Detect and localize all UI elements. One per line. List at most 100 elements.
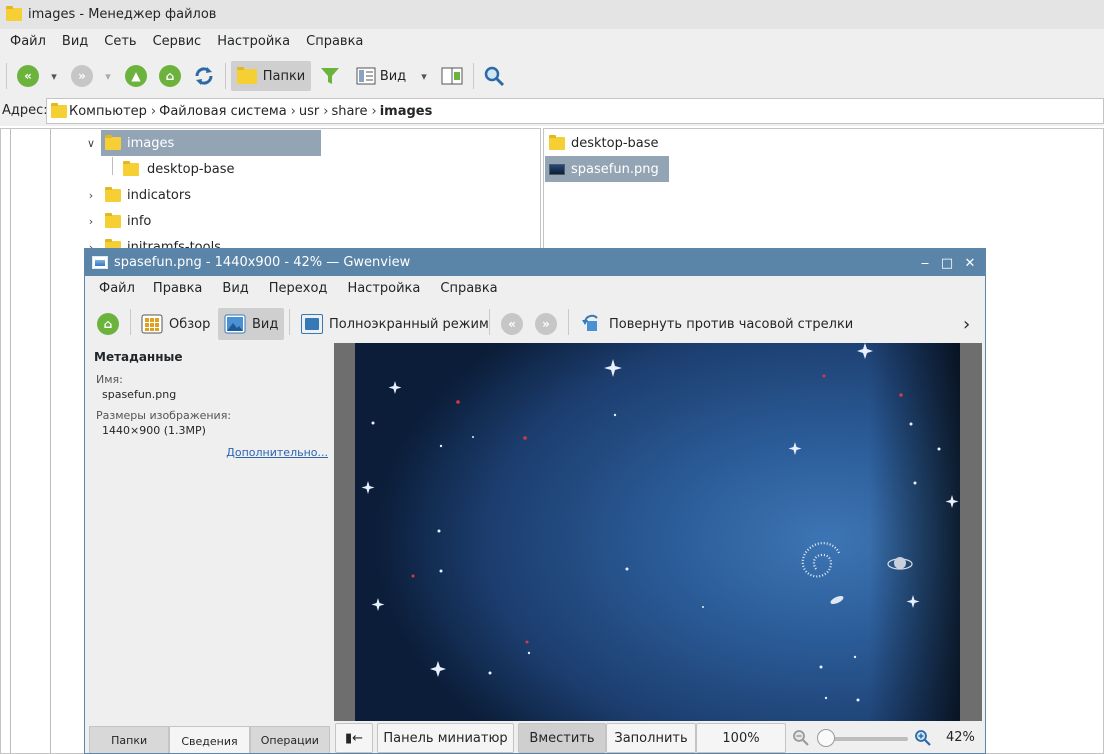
up-button[interactable]: ▲ [122, 61, 150, 91]
zoom-slider-track[interactable] [828, 737, 908, 741]
file-manager-toolbar: « ▾ » ▾ ▲ ⌂ Папки Вид ▾ [0, 55, 1104, 96]
view-button[interactable]: Вид [218, 308, 285, 340]
close-icon[interactable]: ✕ [960, 253, 980, 273]
chevron-right-icon: › [150, 103, 157, 119]
fullscreen-button[interactable]: Полноэкранный режим [295, 308, 495, 340]
toolbar-separator [130, 309, 131, 335]
fit-button[interactable]: Вместить [518, 723, 606, 753]
maximize-icon[interactable]: □ [937, 253, 957, 273]
menu-go[interactable]: Переход [259, 276, 338, 302]
chevron-right-icon: › [963, 313, 971, 335]
breadcrumb-share[interactable]: share › [331, 104, 379, 119]
filter-button[interactable] [316, 61, 344, 91]
chevron-down-icon: ▾ [421, 69, 427, 83]
gwenview-toolbar: ⌂ Обзор Вид Полноэкранный режим « » Пове… [85, 304, 985, 342]
image-viewport[interactable] [334, 343, 982, 721]
details-view-icon [356, 67, 376, 85]
more-link[interactable]: Дополнительно... [226, 446, 328, 459]
search-button[interactable] [480, 61, 508, 91]
folder-icon [51, 102, 67, 118]
menu-file[interactable]: Файл [2, 29, 54, 55]
size-label: Размеры изображения: [96, 409, 232, 422]
folder-icon [105, 134, 121, 150]
fill-button[interactable]: Заполнить [606, 723, 696, 753]
back-history-button[interactable]: ▾ [46, 61, 62, 91]
tree-item-info[interactable]: › info [83, 208, 151, 234]
file-item-spasefun-png[interactable]: spasefun.png [545, 156, 669, 182]
file-item-desktop-base[interactable]: desktop-base [545, 130, 669, 156]
tree-item-indicators[interactable]: › indicators [83, 182, 191, 208]
image-view-icon [224, 314, 246, 334]
breadcrumb[interactable]: Компьютер › Файловая система › usr › sha… [46, 98, 1104, 124]
chevron-down-icon: ∨ [86, 136, 96, 150]
tree-item-label: indicators [127, 187, 191, 203]
address-bar: Адрес: Компьютер › Файловая система › us… [0, 96, 1104, 126]
tree-item-label: images [127, 135, 175, 151]
size-value: 1440×900 (1.3MP) [102, 424, 206, 437]
reload-button[interactable] [189, 61, 219, 91]
zoom-out-icon[interactable] [792, 729, 810, 747]
breadcrumb-computer[interactable]: Компьютер › [51, 102, 159, 119]
tab-operations[interactable]: Операции [249, 726, 330, 753]
menu-view[interactable]: Вид [212, 276, 258, 302]
toolbar-overflow-button[interactable]: › [957, 308, 976, 340]
menu-edit[interactable]: Правка [143, 276, 212, 302]
tree-item-desktop-base[interactable]: desktop-base [123, 156, 235, 182]
home-button[interactable]: ⌂ [156, 61, 184, 91]
thumbnail-bar-button[interactable]: Панель миниатюр [377, 723, 514, 753]
browse-button[interactable]: Обзор [135, 308, 216, 340]
address-label: Адрес: [2, 103, 48, 118]
up-arrow-icon: ▲ [125, 65, 147, 87]
image-thumbnail-icon [549, 163, 565, 175]
back-button[interactable]: « [14, 61, 42, 91]
breadcrumb-usr[interactable]: usr › [299, 104, 332, 119]
menu-help[interactable]: Справка [430, 276, 507, 302]
gwenview-title: spasefun.png - 1440x900 - 42% — Gwenview [114, 255, 411, 270]
forward-button[interactable]: » [68, 61, 96, 91]
tab-information[interactable]: Сведения [169, 726, 250, 753]
menu-file[interactable]: Файл [91, 276, 143, 302]
breadcrumb-images[interactable]: images [380, 104, 433, 119]
sidebar-toggle-button[interactable]: ▮← [335, 723, 373, 753]
toolbar-separator [489, 309, 490, 335]
zoom-level[interactable]: 42% [946, 730, 975, 745]
file-manager-titlebar: images - Менеджер файлов [0, 0, 1104, 29]
menu-view[interactable]: Вид [54, 29, 96, 55]
home-icon: ⌂ [97, 313, 119, 335]
crumb-label: share [331, 103, 368, 119]
zoom-in-icon[interactable] [914, 729, 932, 747]
start-page-button[interactable]: ⌂ [91, 308, 125, 340]
view-mode-button[interactable]: Вид [352, 61, 410, 91]
minimize-icon[interactable]: ‒ [915, 253, 935, 273]
next-button[interactable]: » [529, 308, 563, 340]
breadcrumb-filesystem[interactable]: Файловая система › [159, 104, 299, 119]
view-label: Вид [379, 68, 407, 84]
metadata-sidebar: Метаданные Имя: spasefun.png Размеры изо… [85, 343, 334, 723]
metadata-heading: Метаданные [94, 350, 183, 364]
split-view-button[interactable] [438, 61, 466, 91]
menu-network[interactable]: Сеть [96, 29, 144, 55]
view-menu-button[interactable]: ▾ [416, 61, 432, 91]
folders-toggle-button[interactable]: Папки [231, 61, 311, 91]
tab-folders[interactable]: Папки [89, 726, 170, 753]
toolbar-separator [568, 309, 569, 335]
tree-item-images[interactable]: images [101, 130, 321, 156]
menu-service[interactable]: Сервис [145, 29, 210, 55]
menu-settings[interactable]: Настройка [337, 276, 430, 302]
previous-button[interactable]: « [495, 308, 529, 340]
folder-icon [236, 66, 257, 84]
menu-settings[interactable]: Настройка [209, 29, 298, 55]
zoom-slider-handle[interactable] [817, 729, 835, 747]
next-icon: » [535, 313, 557, 335]
refresh-icon [195, 67, 213, 85]
space-wallpaper-image [355, 343, 960, 721]
actual-size-button[interactable]: 100% [696, 723, 786, 753]
menu-help[interactable]: Справка [298, 29, 371, 55]
tree-guide-line [10, 129, 11, 753]
file-item-label: desktop-base [571, 135, 659, 151]
crumb-label: images [379, 103, 433, 119]
tree-expander[interactable]: ∨ [83, 130, 101, 156]
forward-history-button[interactable]: ▾ [100, 61, 116, 91]
view-label: Вид [252, 316, 279, 332]
rotate-left-button[interactable]: Повернуть против часовой стрелки [575, 308, 859, 340]
